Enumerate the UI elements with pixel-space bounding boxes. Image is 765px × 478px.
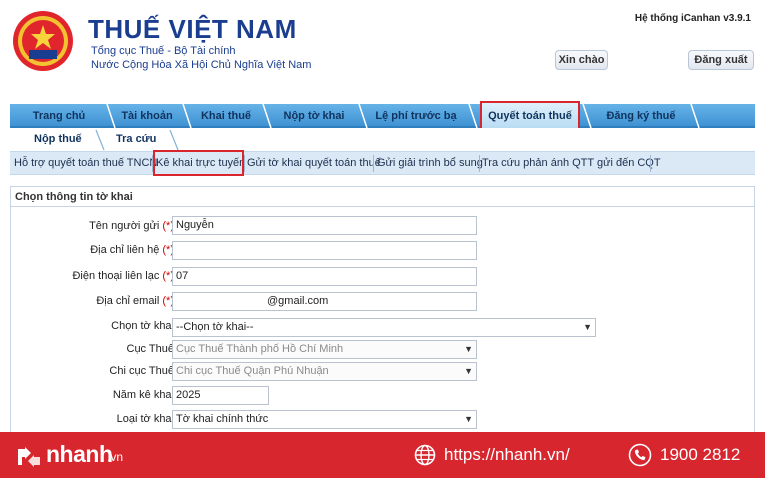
website-link[interactable]: https://nhanh.vn/ xyxy=(444,445,570,465)
chevron-down-icon: ▼ xyxy=(464,366,473,376)
sender-label: Tên người gửi (*) xyxy=(89,220,174,232)
nav-item-submit[interactable]: Nộp tờ khai xyxy=(272,104,356,128)
branch-select[interactable]: Chi cục Thuế Quận Phú Nhuận ▼ xyxy=(172,362,477,381)
chevron-down-icon: ▼ xyxy=(464,344,473,354)
tax-dept-label: Cục Thuế xyxy=(126,343,175,355)
tab-lookup[interactable]: Tra cứu xyxy=(116,128,156,150)
function-bar: Hỗ trợ quyết toán thuế TNCN Kê khai trực… xyxy=(10,150,755,176)
func-divider xyxy=(650,155,651,172)
greeting-button[interactable]: Xin chào xyxy=(555,50,608,70)
address-label: Địa chỉ liên hệ (*) xyxy=(90,244,174,256)
system-version: Hệ thống iCanhan v3.9.1 xyxy=(634,13,751,24)
phone-label: Điện thoại liên lạc (*) xyxy=(72,270,174,282)
nav-item-registration-fee[interactable]: Lệ phí trước bạ xyxy=(366,104,466,128)
address-input[interactable] xyxy=(172,241,477,260)
chevron-down-icon: ▼ xyxy=(583,322,592,332)
phone-input[interactable]: 07 xyxy=(172,267,477,286)
branch-label: Chi cục Thuế xyxy=(109,365,174,377)
form-type-label: Chọn tờ khai xyxy=(111,320,174,332)
nav-item-tax-settlement[interactable]: Quyết toán thuế xyxy=(482,104,578,128)
site-subtitle-country: Nước Cộng Hòa Xã Hội Chủ Nghĩa Việt Nam xyxy=(91,59,312,71)
tax-emblem-icon xyxy=(13,11,73,71)
logout-button[interactable]: Đăng xuất xyxy=(688,50,754,70)
site-subtitle-ministry: Tổng cục Thuế - Bộ Tài chính xyxy=(91,45,236,57)
func-lookup-feedback[interactable]: Tra cứu phản ánh QTT gửi đến CQT xyxy=(482,152,661,175)
site-title: THUẾ VIỆT NAM xyxy=(88,14,297,44)
nav-separator xyxy=(690,104,700,128)
hotline-number[interactable]: 1900 2812 xyxy=(660,445,740,465)
chevron-down-icon: ▼ xyxy=(464,414,473,424)
func-active-highlight xyxy=(153,150,244,176)
globe-icon xyxy=(414,444,436,466)
phone-icon xyxy=(628,443,652,467)
func-send-explanation[interactable]: Gửi giải trình bổ sung xyxy=(377,152,483,175)
form-type-select[interactable]: --Chọn tờ khai-- ▼ xyxy=(172,318,596,337)
decl-type-label: Loại tờ khai xyxy=(116,413,174,425)
declaration-info-panel: Chọn thông tin tờ khai Tên người gửi (*)… xyxy=(10,186,755,434)
func-divider xyxy=(373,155,374,172)
main-nav: Trang chủ Tài khoản Khai thuế Nộp tờ kha… xyxy=(10,101,755,130)
site-header: THUẾ VIỆT NAM Tổng cục Thuế - Bộ Tài chí… xyxy=(0,0,765,98)
tab-separator xyxy=(95,130,105,150)
func-divider xyxy=(479,155,480,172)
nav-separator xyxy=(582,104,592,128)
nav-item-declare[interactable]: Khai thuế xyxy=(190,104,262,128)
nhanh-brand-tld: .vn xyxy=(107,450,124,464)
tax-dept-select[interactable]: Cục Thuế Thành phố Hồ Chí Minh ▼ xyxy=(172,340,477,359)
func-tncn-support[interactable]: Hỗ trợ quyết toán thuế TNCN xyxy=(14,152,157,175)
email-label: Địa chỉ email (*) xyxy=(96,295,174,307)
nav-item-home[interactable]: Trang chủ xyxy=(10,104,108,128)
func-send-settlement[interactable]: Gửi tờ khai quyết toán thuế xyxy=(247,152,381,175)
year-label: Năm kê khai xyxy=(112,389,174,401)
nhanh-brand: nhanh xyxy=(46,441,113,467)
nav-separator xyxy=(468,104,478,128)
section-divider xyxy=(11,206,754,207)
year-input[interactable]: 2025 xyxy=(172,386,269,405)
sender-input[interactable]: Nguyễn xyxy=(172,216,477,235)
nav-item-account[interactable]: Tài khoản xyxy=(112,104,182,128)
email-input[interactable]: @gmail.com xyxy=(172,292,477,311)
sub-tabs: Nộp thuế Tra cứu xyxy=(10,128,755,150)
nav-separator xyxy=(262,104,272,128)
nhanh-logo-icon xyxy=(18,447,40,467)
tab-pay-tax[interactable]: Nộp thuế xyxy=(34,128,82,150)
tab-separator xyxy=(169,130,179,150)
decl-type-select[interactable]: Tờ khai chính thức ▼ xyxy=(172,410,477,429)
nav-item-tax-registration[interactable]: Đăng ký thuế xyxy=(594,104,688,128)
promo-footer: nhanh .vn https://nhanh.vn/ 1900 2812 xyxy=(0,432,765,478)
section-title: Chọn thông tin tờ khai xyxy=(15,191,133,203)
func-divider xyxy=(244,155,245,172)
